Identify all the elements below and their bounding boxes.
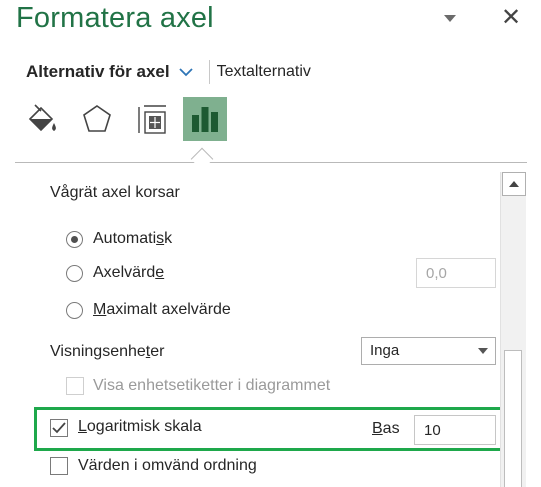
scroll-up-button[interactable] [502,172,526,196]
checkmark-icon [52,422,66,434]
close-icon[interactable]: ✕ [499,4,523,32]
radio-axis-value[interactable] [66,265,83,282]
logarithmic-scale-checkbox[interactable] [50,419,68,437]
size-properties-button[interactable] [130,97,174,141]
radio-max-axis-value[interactable] [66,302,83,319]
radio-axis-value-label[interactable]: Axelvärde [93,264,164,282]
log-base-input[interactable]: 10 [414,415,496,445]
pane-title: Formatera axel [16,2,214,34]
tab-divider [208,60,210,84]
vertical-scrollbar[interactable] [500,172,526,487]
axis-options-icon [192,107,218,132]
logarithmic-scale-label[interactable]: Logaritmisk skala [78,418,202,436]
reverse-order-label[interactable]: Värden i omvänd ordning [78,457,257,475]
tab-axis-options[interactable]: Alternativ för axel [26,62,170,82]
radio-automatic[interactable] [66,231,83,248]
caret-down-icon [478,348,488,354]
log-base-label: Bas [372,420,400,437]
chevron-down-icon[interactable] [178,65,193,79]
size-properties-icon [138,105,166,134]
radio-automatic-label[interactable]: Automatisk [93,230,172,248]
reverse-order-checkbox[interactable] [50,457,68,475]
fill-line-button[interactable] [20,97,64,141]
options-tabbar: Alternativ för axel Textalternativ [26,60,311,84]
axis-value-input[interactable]: 0,0 [416,258,496,288]
show-units-label-checkbox[interactable] [66,377,84,395]
display-units-select[interactable]: Inga [361,337,496,365]
pane-options-dropdown-icon[interactable] [441,12,459,26]
display-units-label: Visningsenheter [50,343,165,360]
horizontal-axis-crosses-heading: Vågrät axel korsar [50,184,180,201]
radio-max-axis-value-label[interactable]: Maximalt axelvärde [93,301,231,319]
scroll-thumb[interactable] [504,350,522,487]
tab-text-options[interactable]: Textalternativ [217,63,311,81]
fill-line-icon [28,104,56,132]
display-units-value: Inga [370,342,400,359]
effects-icon [83,105,111,132]
show-units-label-text: Visa enhetsetiketter i diagrammet [93,377,331,394]
effects-button[interactable] [75,97,119,141]
section-separator [15,162,527,163]
axis-options-button[interactable] [183,97,227,141]
separator-notch [190,147,214,171]
